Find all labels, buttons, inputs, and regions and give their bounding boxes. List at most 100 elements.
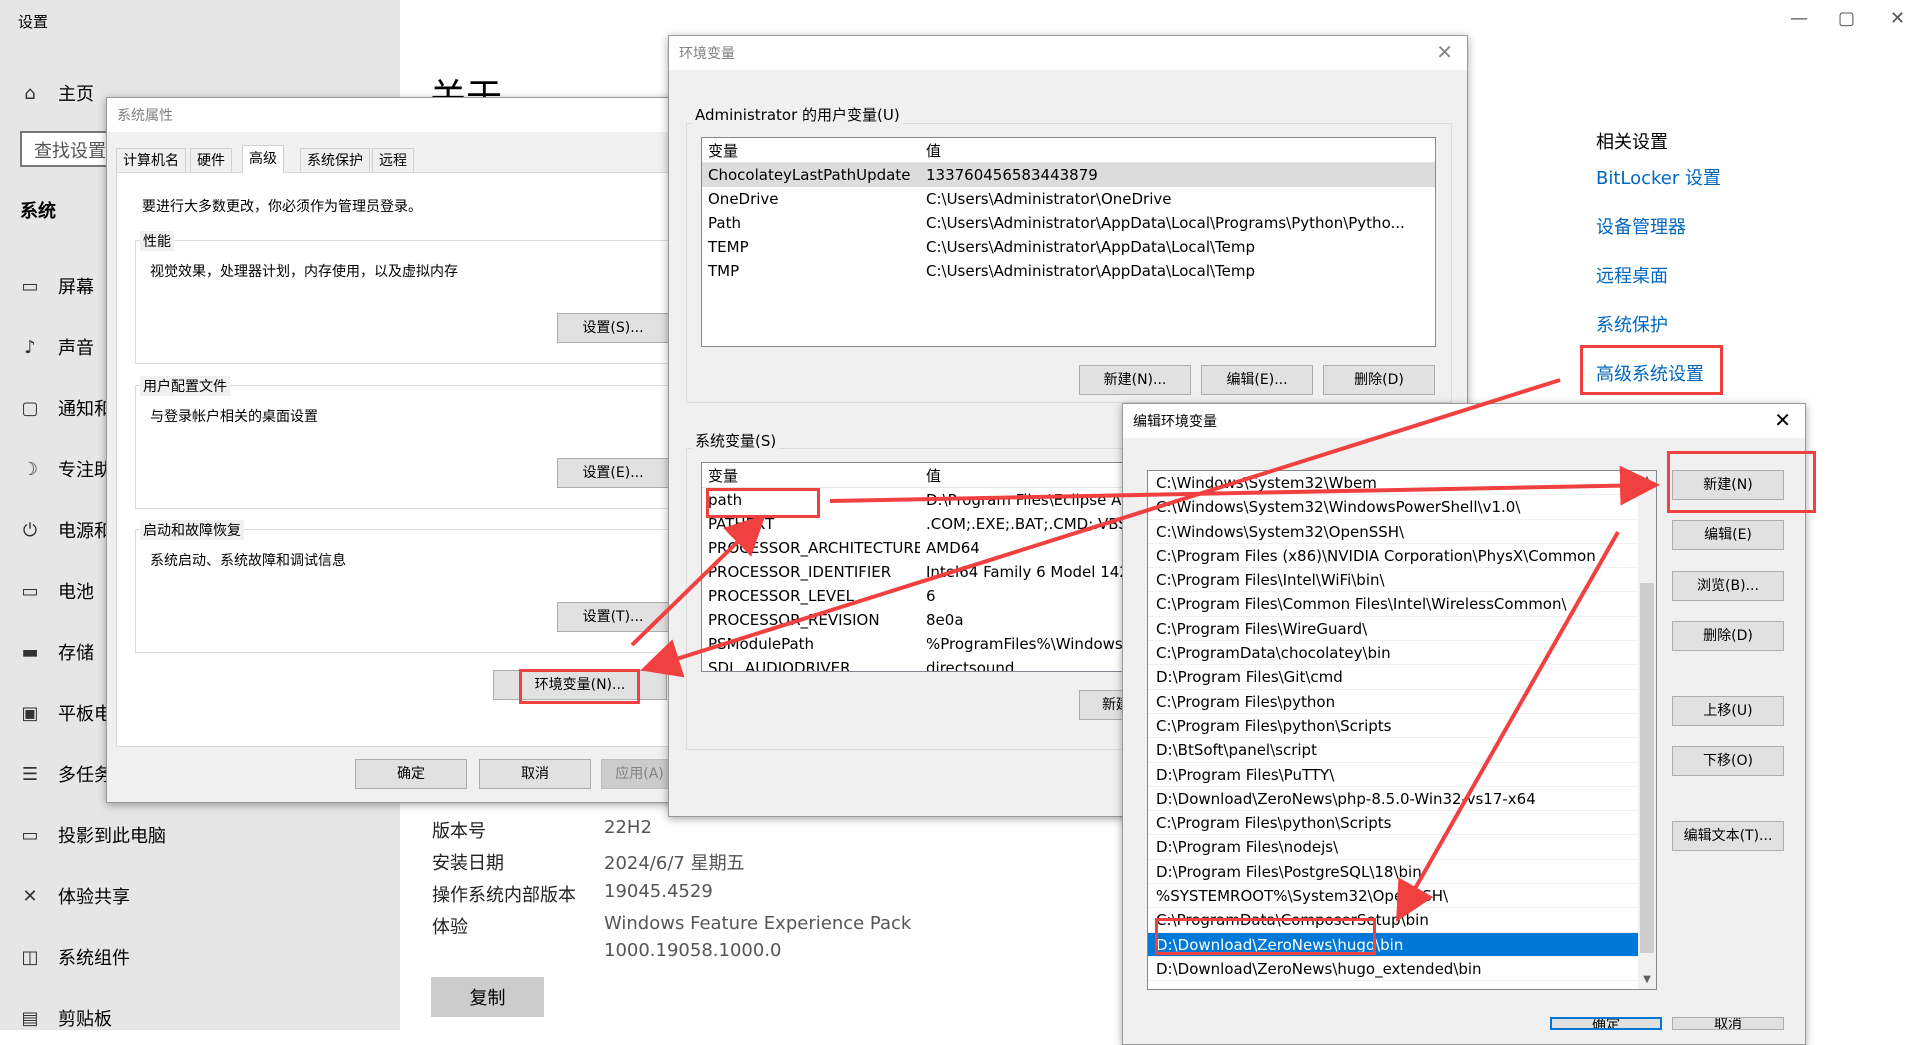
close-icon[interactable]: ✕ bbox=[1436, 40, 1453, 64]
nav-item-display[interactable]: ▭ 屏幕 bbox=[18, 273, 94, 299]
link-bitlocker[interactable]: BitLocker 设置 bbox=[1596, 164, 1721, 190]
list-item[interactable]: D:\BtSoft\panel\script bbox=[1148, 738, 1656, 763]
nav-item-projecting[interactable]: ▭ 投影到此电脑 bbox=[18, 822, 166, 848]
tab-hardware[interactable]: 硬件 bbox=[190, 148, 232, 172]
user-profile-settings-button[interactable]: 设置(E)... bbox=[557, 458, 669, 488]
storage-icon: ▬ bbox=[21, 641, 39, 663]
project-icon: ▭ bbox=[21, 824, 39, 846]
monitor-icon: ▭ bbox=[21, 275, 39, 297]
startup-recovery-desc: 系统启动、系统故障和调试信息 bbox=[150, 553, 346, 569]
user-vars-list[interactable]: 变量 值 ChocolateyLastPathUpdate 13376045658… bbox=[701, 137, 1436, 347]
column-header-variable[interactable]: 变量 bbox=[702, 465, 920, 486]
scrollbar-thumb[interactable] bbox=[1640, 583, 1654, 953]
nav-item-shared[interactable]: ✕ 体验共享 bbox=[18, 883, 130, 909]
list-item[interactable]: TEMP C:\Users\Administrator\AppData\Local… bbox=[702, 235, 1435, 259]
share-icon: ✕ bbox=[22, 885, 38, 907]
moon-icon: ☽ bbox=[21, 458, 39, 480]
list-item[interactable]: %SYSTEMROOT%\System32\OpenSSH\ bbox=[1148, 884, 1656, 909]
scrollbar[interactable]: ▲ ▼ bbox=[1638, 471, 1656, 989]
edit-text-button[interactable]: 编辑文本(T)... bbox=[1672, 821, 1784, 851]
cancel-button[interactable]: 取消 bbox=[479, 759, 591, 789]
close-icon[interactable]: ✕ bbox=[1774, 408, 1791, 432]
list-item[interactable]: Path C:\Users\Administrator\AppData\Local… bbox=[702, 211, 1435, 235]
link-system-protection[interactable]: 系统保护 bbox=[1596, 311, 1668, 337]
move-up-button[interactable]: 上移(U) bbox=[1672, 696, 1784, 726]
tab-system-protection[interactable]: 系统保护 bbox=[300, 148, 370, 172]
about-value: Windows Feature Experience Pack bbox=[604, 913, 912, 934]
list-item[interactable]: D:\Program Files\Git\cmd bbox=[1148, 665, 1656, 690]
minimize-icon[interactable]: — bbox=[1790, 8, 1808, 29]
copy-button[interactable]: 复制 bbox=[431, 977, 544, 1017]
nav-item-sound[interactable]: ♪ 声音 bbox=[18, 334, 94, 360]
list-item[interactable]: C:\Program Files\python\Scripts bbox=[1148, 811, 1656, 836]
apply-button[interactable]: 应用(A) bbox=[601, 759, 678, 789]
list-item[interactable]: C:\Windows\System32\WindowsPowerShell\v1… bbox=[1148, 495, 1656, 520]
performance-desc: 视觉效果，处理器计划，内存使用，以及虚拟内存 bbox=[150, 264, 458, 280]
about-label: 体验 bbox=[432, 917, 468, 938]
nav-item-clipboard[interactable]: ▤ 剪贴板 bbox=[18, 1005, 112, 1031]
list-item[interactable]: C:\Windows\System32\OpenSSH\ bbox=[1148, 520, 1656, 544]
ok-button[interactable]: 确定 bbox=[355, 759, 467, 789]
list-item[interactable]: C:\Program Files (x86)\NVIDIA Corporatio… bbox=[1148, 544, 1656, 569]
delete-entry-button[interactable]: 删除(D) bbox=[1672, 621, 1784, 651]
list-item[interactable]: C:\ProgramData\ComposerSetup\bin bbox=[1148, 908, 1656, 933]
list-item[interactable]: ChocolateyLastPathUpdate 1337604565834438… bbox=[702, 163, 1435, 187]
user-new-button[interactable]: 新建(N)... bbox=[1079, 365, 1191, 395]
list-item[interactable]: D:\Download\ZeroNews\hugo_extended\bin bbox=[1148, 957, 1656, 982]
performance-group bbox=[135, 240, 677, 364]
edit-cancel-button[interactable]: 取消 bbox=[1672, 1017, 1784, 1030]
performance-settings-button[interactable]: 设置(S)... bbox=[557, 313, 669, 343]
user-edit-button[interactable]: 编辑(E)... bbox=[1201, 365, 1313, 395]
list-item[interactable]: C:\ProgramData\chocolatey\bin bbox=[1148, 641, 1656, 666]
link-advanced-system-settings[interactable]: 高级系统设置 bbox=[1596, 360, 1704, 386]
maximize-icon[interactable]: ▢ bbox=[1838, 8, 1855, 29]
list-item[interactable]: OneDrive C:\Users\Administrator\OneDrive bbox=[702, 187, 1435, 211]
nav-item-storage[interactable]: ▬ 存储 bbox=[18, 639, 94, 665]
power-icon: ⏻ bbox=[22, 519, 38, 541]
link-device-manager[interactable]: 设备管理器 bbox=[1596, 213, 1686, 239]
about-label: 版本号 bbox=[432, 821, 486, 842]
startup-recovery-label: 启动和故障恢复 bbox=[140, 520, 244, 540]
user-vars-label: Administrator 的用户变量(U) bbox=[692, 104, 903, 125]
close-icon[interactable]: ✕ bbox=[1890, 8, 1905, 29]
list-item[interactable]: C:\Program Files\WireGuard\ bbox=[1148, 617, 1656, 642]
path-entries-list[interactable]: C:\Windows\System32\Wbem C:\Windows\Syste… bbox=[1147, 470, 1657, 990]
edit-ok-button[interactable]: 确定 bbox=[1550, 1017, 1662, 1030]
move-down-button[interactable]: 下移(O) bbox=[1672, 746, 1784, 776]
startup-settings-button[interactable]: 设置(T)... bbox=[557, 602, 669, 632]
list-item[interactable]: D:\Program Files\PuTTY\ bbox=[1148, 763, 1656, 787]
about-value: 2024/6/7 星期五 bbox=[604, 853, 745, 874]
user-profile-group bbox=[135, 385, 677, 509]
tab-remote[interactable]: 远程 bbox=[372, 148, 414, 172]
environment-variables-button[interactable]: 环境变量(N)... bbox=[493, 670, 667, 700]
new-entry-button[interactable]: 新建(N) bbox=[1672, 470, 1784, 500]
battery-icon: ▭ bbox=[21, 580, 39, 602]
link-remote-desktop[interactable]: 远程桌面 bbox=[1596, 262, 1668, 288]
tab-advanced[interactable]: 高级 bbox=[242, 145, 284, 173]
scroll-down-icon[interactable]: ▼ bbox=[1638, 971, 1656, 989]
list-item[interactable]: C:\Program Files\python bbox=[1148, 690, 1656, 714]
user-profile-desc: 与登录帐户相关的桌面设置 bbox=[150, 409, 318, 425]
browse-button[interactable]: 浏览(B)... bbox=[1672, 571, 1784, 601]
performance-label: 性能 bbox=[140, 231, 174, 251]
scroll-up-icon[interactable]: ▲ bbox=[1638, 471, 1656, 489]
nav-home-label: 主页 bbox=[58, 84, 94, 105]
about-value: 19045.4529 bbox=[604, 881, 713, 902]
list-item[interactable]: D:\Program Files\nodejs\ bbox=[1148, 835, 1656, 860]
nav-item-battery[interactable]: ▭ 电池 bbox=[18, 578, 94, 604]
nav-home[interactable]: ⌂ 主页 bbox=[18, 80, 94, 106]
list-item[interactable]: D:\Download\ZeroNews\php-8.5.0-Win32-vs1… bbox=[1148, 787, 1656, 812]
list-item[interactable]: D:\Program Files\PostgreSQL\18\bin bbox=[1148, 860, 1656, 885]
user-delete-button[interactable]: 删除(D) bbox=[1323, 365, 1435, 395]
edit-entry-button[interactable]: 编辑(E) bbox=[1672, 520, 1784, 550]
nav-item-components[interactable]: ◫ 系统组件 bbox=[18, 944, 130, 970]
list-item[interactable]: D:\Download\ZeroNews\hugo\bin bbox=[1148, 932, 1656, 957]
list-item[interactable]: C:\Program Files\Intel\WiFi\bin\ bbox=[1148, 568, 1656, 593]
column-header-value[interactable]: 值 bbox=[920, 140, 1435, 161]
list-item[interactable]: C:\Program Files\python\Scripts bbox=[1148, 714, 1656, 739]
list-item[interactable]: C:\Windows\System32\Wbem bbox=[1148, 471, 1656, 496]
tab-computer-name[interactable]: 计算机名 bbox=[116, 148, 186, 172]
list-item[interactable]: TMP C:\Users\Administrator\AppData\Local\… bbox=[702, 259, 1435, 283]
list-item[interactable]: C:\Program Files\Common Files\Intel\Wire… bbox=[1148, 592, 1656, 617]
column-header-variable[interactable]: 变量 bbox=[702, 140, 920, 161]
